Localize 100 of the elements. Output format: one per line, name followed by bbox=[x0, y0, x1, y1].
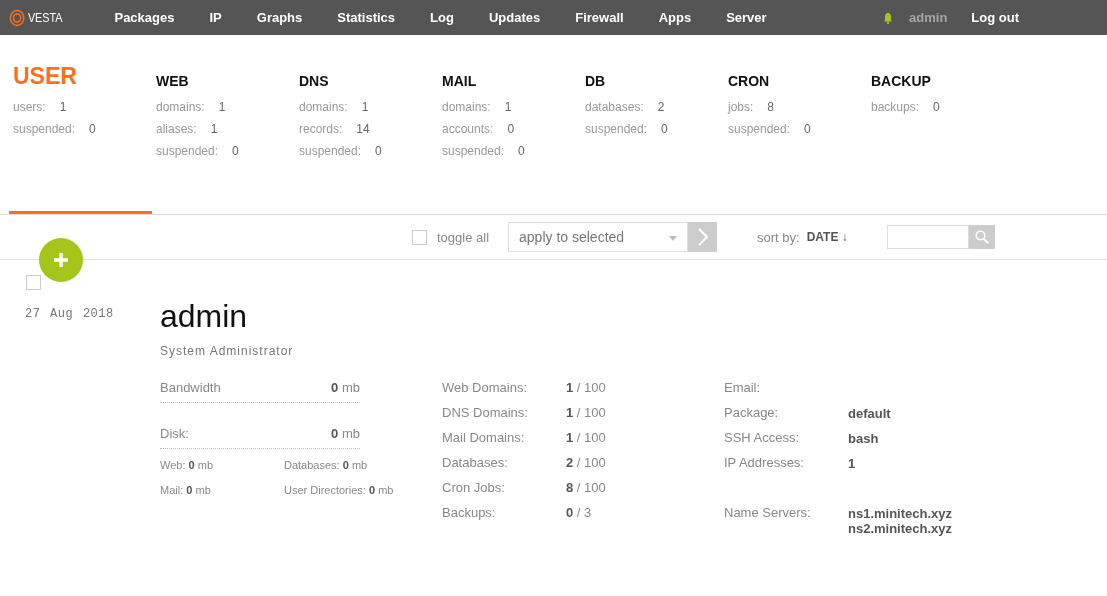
stat-value: 0 bbox=[375, 144, 382, 158]
user-role: System Administrator bbox=[160, 344, 295, 358]
nav-link[interactable]: Graphs bbox=[256, 10, 303, 25]
usage-value: 0 mb bbox=[331, 425, 360, 443]
stat-label: suspended: bbox=[13, 122, 76, 136]
info-label: Name Servers: bbox=[724, 504, 812, 522]
search-field[interactable] bbox=[886, 225, 969, 249]
info-value: ns1.minitech.xyz bbox=[848, 506, 953, 521]
logo[interactable]: VESTA bbox=[9, 8, 63, 27]
stat-value: 8 bbox=[767, 100, 775, 114]
stat-label: databases: bbox=[585, 100, 644, 114]
stat-value: 1 bbox=[210, 122, 218, 136]
nav-link[interactable]: Updates bbox=[488, 10, 541, 25]
stat-label: suspended: bbox=[585, 122, 648, 136]
stat-tab[interactable]: CRON jobs: 8 suspended: 0 bbox=[724, 35, 867, 214]
stat-value: 0 bbox=[804, 122, 811, 136]
stat-tab[interactable]: WEB domains: 1 aliases: 1 suspended: 0 bbox=[152, 35, 295, 214]
info-value: default bbox=[848, 406, 891, 421]
usage-label: Bandwidth bbox=[160, 379, 221, 397]
stat-label: backups: bbox=[871, 100, 920, 114]
stat-title: BACKUP bbox=[871, 72, 932, 91]
limit-label: Backups: bbox=[442, 504, 497, 522]
info-value: bash bbox=[848, 431, 879, 446]
limit-label: Mail Domains: bbox=[442, 429, 526, 447]
usage-detail: Web: 0 mb bbox=[160, 458, 214, 473]
stat-title: USER bbox=[13, 66, 78, 91]
stat-tab[interactable]: DNS domains: 1 records: 14 suspended: 0 bbox=[295, 35, 438, 214]
stat-value: 0 bbox=[661, 122, 668, 136]
usage-detail: Mail: 0 mb bbox=[160, 483, 212, 498]
limit-value: 2 / 100 bbox=[566, 454, 606, 472]
stat-label: domains: bbox=[156, 100, 205, 114]
stat-label: accounts: bbox=[442, 122, 494, 136]
stat-label: suspended: bbox=[442, 144, 505, 158]
action-select[interactable]: apply to selected bbox=[508, 222, 689, 252]
search-icon bbox=[974, 230, 989, 244]
stat-tab[interactable]: MAIL domains: 1 accounts: 0 suspended: 0 bbox=[438, 35, 581, 214]
stat-label: domains: bbox=[299, 100, 348, 114]
info-label: Email: bbox=[724, 379, 762, 397]
logout-link[interactable]: Log out bbox=[971, 10, 1019, 25]
stat-label: users: bbox=[13, 100, 46, 114]
info-value: 1 bbox=[848, 456, 856, 471]
nav-link[interactable]: Apps bbox=[658, 10, 692, 25]
user-name: admin bbox=[160, 298, 249, 334]
bell-icon[interactable] bbox=[883, 11, 894, 24]
stat-value: 0 bbox=[89, 122, 96, 136]
sort-link[interactable]: DATE ↓ bbox=[806, 230, 848, 244]
sort-label: sort by: bbox=[757, 229, 800, 245]
stat-label: suspended: bbox=[156, 144, 219, 158]
logo-icon bbox=[9, 8, 26, 27]
info-label: IP Addresses: bbox=[724, 454, 805, 472]
checkbox[interactable] bbox=[412, 229, 427, 245]
stat-value: 1 bbox=[218, 100, 226, 114]
stat-label: suspended: bbox=[728, 122, 791, 136]
stat-value: 1 bbox=[59, 100, 67, 114]
stat-value: 0 bbox=[933, 100, 940, 114]
nav-link[interactable]: Server bbox=[726, 10, 767, 25]
stat-tab[interactable]: DB databases: 2 suspended: 0 bbox=[581, 35, 724, 214]
stat-value: 0 bbox=[507, 122, 515, 136]
toggle-all-label[interactable]: toggle all bbox=[437, 229, 490, 245]
add-button[interactable] bbox=[39, 238, 83, 282]
limit-label: DNS Domains: bbox=[442, 404, 529, 422]
stat-label: aliases: bbox=[156, 122, 197, 136]
search-button[interactable] bbox=[968, 225, 995, 249]
stat-title: MAIL bbox=[442, 72, 478, 91]
info-value: ns2.minitech.xyz bbox=[848, 521, 953, 536]
stat-value: 14 bbox=[356, 122, 370, 136]
stat-title: CRON bbox=[728, 72, 771, 91]
limit-label: Web Domains: bbox=[442, 379, 528, 397]
info-label: SSH Access: bbox=[724, 429, 801, 447]
stat-title: WEB bbox=[156, 72, 190, 91]
nav-link[interactable]: Log bbox=[430, 10, 454, 25]
stat-value: 0 bbox=[232, 144, 239, 158]
checkbox[interactable] bbox=[26, 275, 41, 290]
stat-label: jobs: bbox=[728, 100, 754, 114]
limit-value: 8 / 100 bbox=[566, 479, 606, 497]
stat-title: DNS bbox=[299, 72, 330, 91]
stat-tab-selected[interactable]: USER users: 1 suspended: 0 bbox=[9, 35, 152, 214]
chevron-icon bbox=[697, 228, 708, 246]
usage-detail: User Directories: 0 mb bbox=[284, 483, 395, 498]
nav-link[interactable]: Firewall bbox=[575, 10, 624, 25]
nav-link[interactable]: Packages bbox=[114, 10, 175, 25]
caret-icon bbox=[669, 236, 678, 241]
usage-value: 0 mb bbox=[331, 379, 360, 397]
logo-text: VESTA bbox=[27, 10, 63, 25]
limit-label: Cron Jobs: bbox=[442, 479, 506, 497]
limit-value: 1 / 100 bbox=[566, 379, 606, 397]
stat-value: 0 bbox=[518, 144, 525, 158]
stat-label: records: bbox=[299, 122, 343, 136]
limit-label: Databases: bbox=[442, 454, 509, 472]
stat-label: suspended: bbox=[299, 144, 362, 158]
stat-tab[interactable]: BACKUP backups: 0 bbox=[867, 35, 1010, 214]
stat-value: 1 bbox=[504, 100, 512, 114]
apply-button[interactable] bbox=[688, 222, 718, 252]
nav-link[interactable]: Statistics bbox=[337, 10, 396, 25]
stat-value: 2 bbox=[657, 100, 665, 114]
nav-link[interactable]: IP bbox=[209, 10, 222, 25]
stat-label: domains: bbox=[442, 100, 491, 114]
date: 27 Aug 2018 bbox=[25, 307, 114, 321]
limit-value: 1 / 100 bbox=[566, 429, 606, 447]
info-label: Package: bbox=[724, 404, 780, 422]
